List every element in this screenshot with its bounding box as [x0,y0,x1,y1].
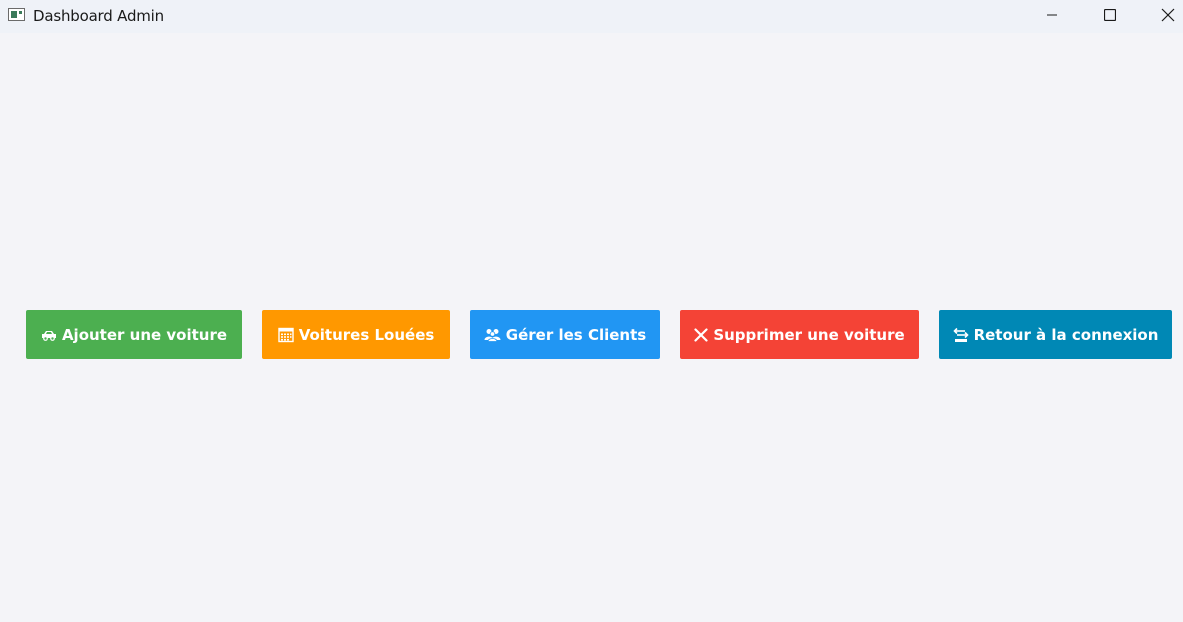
title-bar: Dashboard Admin [0,0,1183,33]
add-car-button[interactable]: Ajouter une voiture [26,310,242,359]
back-icon [952,327,969,343]
back-to-login-button[interactable]: Retour à la connexion [939,310,1172,359]
delete-car-button[interactable]: Supprimer une voiture [680,310,919,359]
back-to-login-label: Retour à la connexion [973,325,1159,344]
add-car-label: Ajouter une voiture [61,325,228,344]
minimize-button[interactable] [1029,0,1075,30]
calendar-icon [277,327,294,343]
delete-car-label: Supprimer une voiture [713,325,905,344]
rented-cars-button[interactable]: Voitures Louées [262,310,450,359]
dashboard-window: Dashboard Admin Ajouter une voiture Voit… [0,0,1183,622]
manage-clients-button[interactable]: Gérer les Clients [470,310,660,359]
maximize-icon [1104,9,1116,21]
minimize-icon [1047,14,1057,16]
car-icon [41,329,57,341]
close-icon [1161,8,1175,22]
users-icon [484,328,501,342]
cross-icon [694,327,708,342]
close-button[interactable] [1145,0,1183,30]
manage-clients-label: Gérer les Clients [505,325,647,344]
window-title: Dashboard Admin [33,7,164,25]
app-icon [8,8,25,21]
maximize-button[interactable] [1087,0,1133,30]
rented-cars-label: Voitures Louées [298,325,435,344]
